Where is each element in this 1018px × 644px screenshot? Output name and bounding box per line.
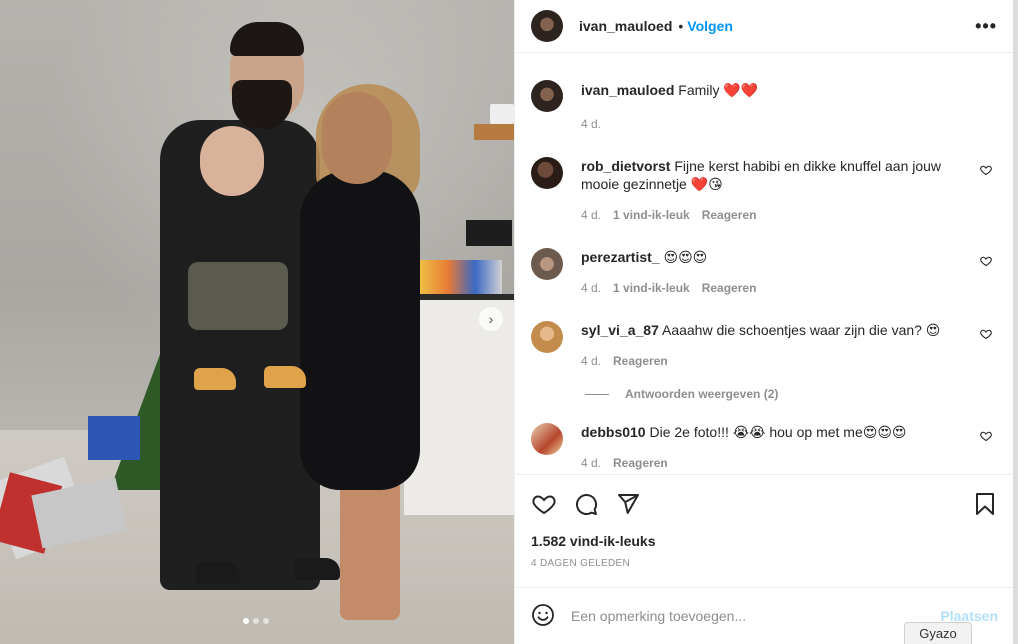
- bookmark-icon[interactable]: [972, 491, 998, 517]
- header-separator: •: [678, 18, 684, 34]
- comment-time[interactable]: 4 d.: [581, 352, 601, 370]
- comment-time[interactable]: 4 d.: [581, 279, 601, 297]
- author-avatar[interactable]: [531, 10, 563, 42]
- post-timestamp[interactable]: 4 DAGEN GELEDEN: [531, 558, 998, 569]
- gyazo-tab[interactable]: Gyazo: [904, 622, 972, 644]
- photo-appliance: [466, 220, 512, 246]
- caption: ivan_mauloed Family ❤️❤️ 4 d.: [531, 80, 998, 133]
- comment-likes[interactable]: 1 vind-ik-leuk: [613, 206, 690, 224]
- photo-child-shorts: [188, 262, 288, 330]
- comment-text: 😍😍😍: [663, 249, 708, 265]
- photo-child-head: [200, 126, 264, 196]
- caption-text: Family ❤️❤️: [678, 82, 759, 98]
- view-replies-button[interactable]: Antwoorden weergeven (2): [585, 387, 998, 401]
- likes-count[interactable]: 1.582 vind-ik-leuks: [531, 533, 998, 549]
- photo-woman: [300, 170, 420, 490]
- caption-time[interactable]: 4 d.: [581, 115, 601, 133]
- chevron-right-icon: ›: [488, 311, 494, 327]
- reply-button[interactable]: Reageren: [613, 352, 668, 370]
- comments-list[interactable]: ivan_mauloed Family ❤️❤️ 4 d. rob_dietvo…: [515, 54, 1014, 474]
- comment-username[interactable]: perezartist_: [581, 249, 660, 265]
- reply-button[interactable]: Reageren: [702, 279, 757, 297]
- avatar[interactable]: [531, 248, 563, 280]
- photo-child-shoe: [194, 368, 236, 390]
- like-comment-heart-icon[interactable]: [980, 327, 994, 341]
- comment-item: syl_vi_a_87 Aaaahw die schoentjes waar z…: [531, 321, 998, 370]
- comment-item: debbs010 Die 2e foto!!! 😭😭 hou op met me…: [531, 423, 998, 472]
- comment-item: perezartist_ 😍😍😍 4 d. 1 vind-ik-leuk Rea…: [531, 248, 998, 297]
- carousel-dot: [263, 618, 269, 624]
- comment-input[interactable]: [571, 608, 941, 624]
- like-heart-icon[interactable]: [531, 491, 557, 517]
- photo-gift: [88, 416, 140, 460]
- photo-boxes: [412, 260, 502, 296]
- post-header: ivan_mauloed • Volgen •••: [515, 0, 1013, 53]
- photo-child-shoe: [264, 366, 306, 388]
- follow-button[interactable]: Volgen: [687, 18, 733, 34]
- comment-time[interactable]: 4 d.: [581, 454, 601, 472]
- comment-time[interactable]: 4 d.: [581, 206, 601, 224]
- action-bar: 1.582 vind-ik-leuks 4 DAGEN GELEDEN: [515, 474, 1014, 569]
- comment-text: Aaaahw die schoentjes waar zijn die van?…: [661, 322, 941, 338]
- like-comment-heart-icon[interactable]: [980, 429, 994, 443]
- carousel-dot: [243, 618, 249, 624]
- replies-divider: [585, 393, 609, 395]
- view-replies-label: Antwoorden weergeven (2): [625, 387, 779, 401]
- comment-username[interactable]: rob_dietvorst: [581, 158, 670, 174]
- avatar[interactable]: [531, 321, 563, 353]
- photo-woman-head: [322, 92, 392, 184]
- like-comment-heart-icon[interactable]: [980, 163, 994, 177]
- carousel-dots: [243, 618, 269, 624]
- comment-likes[interactable]: 1 vind-ik-leuk: [613, 279, 690, 297]
- photo-man-hair: [230, 22, 304, 56]
- photo-shelf: [474, 124, 514, 140]
- reply-button[interactable]: Reageren: [702, 206, 757, 224]
- reply-button[interactable]: Reageren: [613, 454, 668, 472]
- avatar[interactable]: [531, 80, 563, 112]
- photo-woman-legs: [340, 480, 400, 620]
- photo-man-shoe: [294, 558, 340, 580]
- more-options-icon[interactable]: •••: [975, 16, 997, 37]
- like-comment-heart-icon[interactable]: [980, 254, 994, 268]
- author-username[interactable]: ivan_mauloed: [579, 18, 672, 34]
- carousel-next-button[interactable]: ›: [479, 307, 503, 331]
- comment-username[interactable]: syl_vi_a_87: [581, 322, 659, 338]
- post-panel: ivan_mauloed • Volgen ••• ivan_mauloed F…: [514, 0, 1014, 644]
- comment-text: Die 2e foto!!! 😭😭 hou op met me😍😍😍: [649, 424, 907, 440]
- post-photo[interactable]: ›: [0, 0, 514, 644]
- photo-kitchen: [404, 300, 514, 515]
- avatar[interactable]: [531, 423, 563, 455]
- avatar[interactable]: [531, 157, 563, 189]
- emoji-smile-icon[interactable]: [531, 603, 557, 629]
- comment-bubble-icon[interactable]: [573, 491, 599, 517]
- carousel-dot: [253, 618, 259, 624]
- window-edge: [1013, 0, 1018, 644]
- comment-item: rob_dietvorst Fijne kerst habibi en dikk…: [531, 157, 998, 224]
- photo-shelf-item: [490, 104, 514, 124]
- photo-man-shoe: [196, 562, 240, 584]
- caption-username[interactable]: ivan_mauloed: [581, 82, 674, 98]
- share-paper-plane-icon[interactable]: [615, 491, 641, 517]
- comment-username[interactable]: debbs010: [581, 424, 646, 440]
